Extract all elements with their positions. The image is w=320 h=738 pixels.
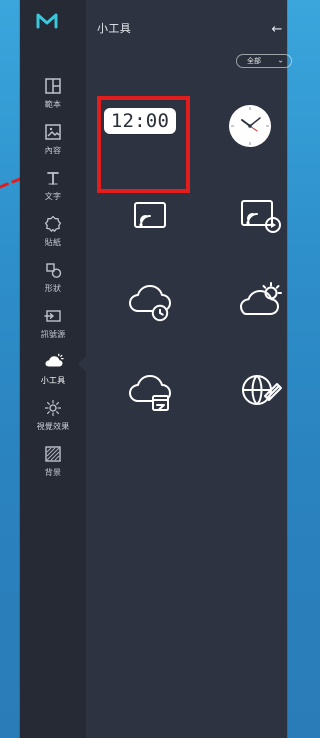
analog-clock-icon — [229, 105, 271, 147]
digital-clock-display: 12:00 — [104, 108, 176, 134]
chevron-down-icon: ⌄ — [277, 55, 284, 65]
rail-item-label: 貼紙 — [44, 238, 62, 247]
rail-item-layout[interactable]: 範本 — [20, 69, 86, 115]
widget-weather-sun[interactable] — [225, 266, 295, 336]
rail-item-text[interactable]: 文字 — [20, 161, 86, 207]
back-arrow-icon[interactable]: ← — [269, 22, 285, 36]
widget-analog-clock[interactable] — [215, 91, 285, 161]
widget-weather-calendar[interactable] — [115, 356, 185, 426]
active-indicator — [78, 356, 86, 372]
visual-effects-icon — [42, 397, 64, 419]
rail-item-label: 範本 — [44, 100, 62, 109]
digital-clock-time: 12:00 — [110, 109, 170, 132]
image-icon — [42, 121, 64, 143]
rail-item-input-source[interactable]: 訊號源 — [20, 299, 86, 345]
cast-icon — [134, 202, 166, 228]
rail-item-label: 訊號源 — [40, 330, 66, 339]
widgets-panel: 小工具 ← 全部 ⌄ 12:00 — [86, 0, 292, 738]
widget-cast[interactable] — [115, 181, 185, 251]
widget-cast-play[interactable] — [225, 181, 295, 251]
cloud-calendar-icon — [129, 375, 171, 411]
widget-digital-clock[interactable]: 12:00 — [95, 86, 185, 156]
rail-item-label: 形狀 — [44, 284, 62, 293]
widget-weather-clock[interactable] — [115, 266, 185, 336]
sticker-icon — [42, 213, 64, 235]
filter-selected: 全部 — [247, 57, 261, 65]
rail-item-background[interactable]: 背景 — [20, 437, 86, 483]
rail-item-label: 視覺效果 — [36, 422, 70, 431]
rail-item-shapes[interactable]: 形狀 — [20, 253, 86, 299]
text-icon — [42, 167, 64, 189]
rail-item-content[interactable]: 內容 — [20, 115, 86, 161]
shapes-icon — [42, 259, 64, 281]
app-window: 範本 內容 文字 貼紙 形狀 訊號源 小工具 視覺效果 背景 小工具 ← 全部 … — [20, 0, 292, 738]
sun-cloud-icon — [240, 282, 282, 315]
input-source-icon — [42, 305, 64, 327]
cloud-clock-icon — [129, 285, 171, 322]
weather-widget-icon — [42, 351, 64, 373]
rail-item-label: 內容 — [44, 146, 62, 155]
background-icon — [42, 443, 64, 465]
filter-dropdown[interactable]: 全部 ⌄ — [236, 54, 292, 68]
left-rail: 範本 內容 文字 貼紙 形狀 訊號源 小工具 視覺效果 背景 — [20, 0, 86, 738]
layout-icon — [42, 75, 64, 97]
rail-item-label: 背景 — [44, 468, 62, 477]
rail-item-visual-effects[interactable]: 視覺效果 — [20, 391, 86, 437]
globe-link-icon — [242, 375, 282, 405]
panel-title: 小工具 — [97, 22, 132, 35]
brand-logo[interactable] — [32, 10, 74, 32]
rail-item-label: 文字 — [44, 192, 62, 201]
rail-item-sticker[interactable]: 貼紙 — [20, 207, 86, 253]
widget-web[interactable] — [225, 356, 295, 426]
rail-item-label: 小工具 — [40, 376, 66, 385]
rail-item-widgets[interactable]: 小工具 — [20, 345, 86, 391]
cast-play-icon — [241, 200, 281, 233]
m-logo-icon — [36, 13, 58, 29]
